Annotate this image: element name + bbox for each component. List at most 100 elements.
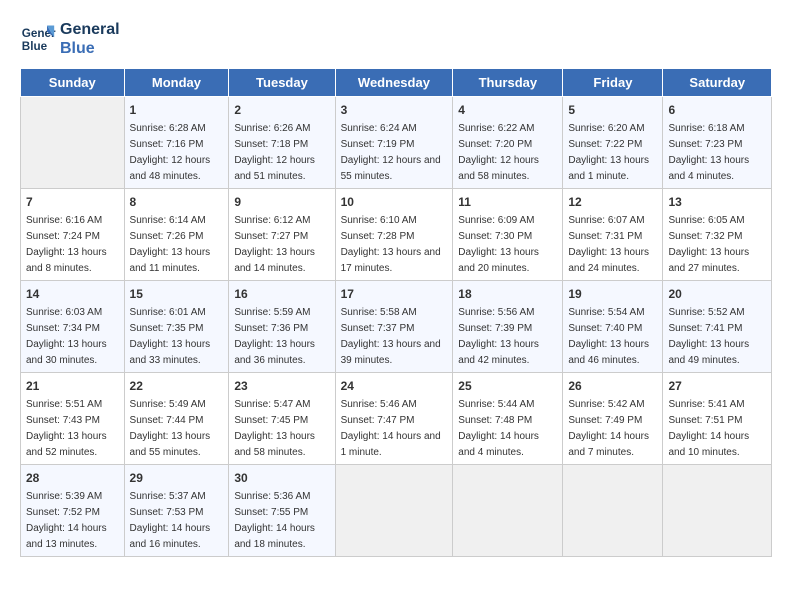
- day-number: 1: [130, 101, 224, 119]
- daylight-info: Daylight: 13 hours and 20 minutes.: [458, 247, 539, 274]
- calendar-cell: 23 Sunrise: 5:47 AM Sunset: 7:45 PM Dayl…: [229, 373, 335, 465]
- sunrise-info: Sunrise: 5:54 AM: [568, 307, 644, 318]
- sunset-info: Sunset: 7:23 PM: [668, 139, 742, 150]
- calendar-cell: 26 Sunrise: 5:42 AM Sunset: 7:49 PM Dayl…: [563, 373, 663, 465]
- day-number: 9: [234, 193, 329, 211]
- day-number: 26: [568, 377, 657, 395]
- sunset-info: Sunset: 7:39 PM: [458, 323, 532, 334]
- sunset-info: Sunset: 7:36 PM: [234, 323, 308, 334]
- sunrise-info: Sunrise: 6:05 AM: [668, 215, 744, 226]
- sunrise-info: Sunrise: 6:03 AM: [26, 307, 102, 318]
- sunset-info: Sunset: 7:19 PM: [341, 139, 415, 150]
- weekday-header-wednesday: Wednesday: [335, 69, 453, 97]
- daylight-info: Daylight: 13 hours and 4 minutes.: [668, 155, 749, 182]
- calendar-cell: 18 Sunrise: 5:56 AM Sunset: 7:39 PM Dayl…: [453, 281, 563, 373]
- daylight-info: Daylight: 13 hours and 33 minutes.: [130, 339, 211, 366]
- day-number: 7: [26, 193, 119, 211]
- sunset-info: Sunset: 7:48 PM: [458, 415, 532, 426]
- calendar-table: SundayMondayTuesdayWednesdayThursdayFrid…: [20, 68, 772, 557]
- sunset-info: Sunset: 7:32 PM: [668, 231, 742, 242]
- weekday-header-saturday: Saturday: [663, 69, 772, 97]
- daylight-info: Daylight: 14 hours and 16 minutes.: [130, 523, 211, 550]
- calendar-cell: 28 Sunrise: 5:39 AM Sunset: 7:52 PM Dayl…: [21, 465, 125, 557]
- calendar-cell: 7 Sunrise: 6:16 AM Sunset: 7:24 PM Dayli…: [21, 189, 125, 281]
- day-number: 24: [341, 377, 448, 395]
- sunset-info: Sunset: 7:35 PM: [130, 323, 204, 334]
- daylight-info: Daylight: 13 hours and 49 minutes.: [668, 339, 749, 366]
- sunset-info: Sunset: 7:34 PM: [26, 323, 100, 334]
- sunset-info: Sunset: 7:31 PM: [568, 231, 642, 242]
- calendar-cell: 6 Sunrise: 6:18 AM Sunset: 7:23 PM Dayli…: [663, 97, 772, 189]
- day-number: 13: [668, 193, 766, 211]
- calendar-cell: 21 Sunrise: 5:51 AM Sunset: 7:43 PM Dayl…: [21, 373, 125, 465]
- svg-text:Blue: Blue: [22, 40, 48, 53]
- day-number: 11: [458, 193, 557, 211]
- sunrise-info: Sunrise: 6:07 AM: [568, 215, 644, 226]
- calendar-cell: 16 Sunrise: 5:59 AM Sunset: 7:36 PM Dayl…: [229, 281, 335, 373]
- sunrise-info: Sunrise: 6:26 AM: [234, 123, 310, 134]
- calendar-cell: 20 Sunrise: 5:52 AM Sunset: 7:41 PM Dayl…: [663, 281, 772, 373]
- day-number: 18: [458, 285, 557, 303]
- day-number: 20: [668, 285, 766, 303]
- daylight-info: Daylight: 13 hours and 36 minutes.: [234, 339, 315, 366]
- calendar-week-row: 21 Sunrise: 5:51 AM Sunset: 7:43 PM Dayl…: [21, 373, 772, 465]
- weekday-header-tuesday: Tuesday: [229, 69, 335, 97]
- sunrise-info: Sunrise: 5:59 AM: [234, 307, 310, 318]
- sunrise-info: Sunrise: 6:16 AM: [26, 215, 102, 226]
- calendar-cell: 8 Sunrise: 6:14 AM Sunset: 7:26 PM Dayli…: [124, 189, 229, 281]
- day-number: 10: [341, 193, 448, 211]
- sunset-info: Sunset: 7:45 PM: [234, 415, 308, 426]
- sunset-info: Sunset: 7:43 PM: [26, 415, 100, 426]
- daylight-info: Daylight: 13 hours and 55 minutes.: [130, 431, 211, 458]
- sunrise-info: Sunrise: 5:36 AM: [234, 491, 310, 502]
- calendar-week-row: 7 Sunrise: 6:16 AM Sunset: 7:24 PM Dayli…: [21, 189, 772, 281]
- sunset-info: Sunset: 7:24 PM: [26, 231, 100, 242]
- calendar-cell: 25 Sunrise: 5:44 AM Sunset: 7:48 PM Dayl…: [453, 373, 563, 465]
- sunrise-info: Sunrise: 5:52 AM: [668, 307, 744, 318]
- calendar-cell: 3 Sunrise: 6:24 AM Sunset: 7:19 PM Dayli…: [335, 97, 453, 189]
- day-number: 29: [130, 469, 224, 487]
- calendar-cell: 10 Sunrise: 6:10 AM Sunset: 7:28 PM Dayl…: [335, 189, 453, 281]
- calendar-cell: 29 Sunrise: 5:37 AM Sunset: 7:53 PM Dayl…: [124, 465, 229, 557]
- sunrise-info: Sunrise: 5:37 AM: [130, 491, 206, 502]
- daylight-info: Daylight: 13 hours and 46 minutes.: [568, 339, 649, 366]
- page-header: General Blue General Blue: [20, 20, 772, 58]
- day-number: 19: [568, 285, 657, 303]
- daylight-info: Daylight: 12 hours and 51 minutes.: [234, 155, 315, 182]
- day-number: 2: [234, 101, 329, 119]
- daylight-info: Daylight: 13 hours and 39 minutes.: [341, 339, 441, 366]
- day-number: 23: [234, 377, 329, 395]
- logo: General Blue General Blue: [20, 20, 120, 58]
- sunset-info: Sunset: 7:18 PM: [234, 139, 308, 150]
- logo-icon: General Blue: [20, 21, 56, 57]
- sunrise-info: Sunrise: 5:56 AM: [458, 307, 534, 318]
- calendar-cell: 12 Sunrise: 6:07 AM Sunset: 7:31 PM Dayl…: [563, 189, 663, 281]
- daylight-info: Daylight: 14 hours and 13 minutes.: [26, 523, 107, 550]
- sunrise-info: Sunrise: 6:10 AM: [341, 215, 417, 226]
- calendar-cell: 22 Sunrise: 5:49 AM Sunset: 7:44 PM Dayl…: [124, 373, 229, 465]
- day-number: 30: [234, 469, 329, 487]
- sunrise-info: Sunrise: 6:12 AM: [234, 215, 310, 226]
- calendar-cell: 15 Sunrise: 6:01 AM Sunset: 7:35 PM Dayl…: [124, 281, 229, 373]
- sunset-info: Sunset: 7:22 PM: [568, 139, 642, 150]
- day-number: 15: [130, 285, 224, 303]
- calendar-week-row: 28 Sunrise: 5:39 AM Sunset: 7:52 PM Dayl…: [21, 465, 772, 557]
- day-number: 12: [568, 193, 657, 211]
- daylight-info: Daylight: 12 hours and 55 minutes.: [341, 155, 441, 182]
- sunrise-info: Sunrise: 6:20 AM: [568, 123, 644, 134]
- sunset-info: Sunset: 7:16 PM: [130, 139, 204, 150]
- calendar-cell: [21, 97, 125, 189]
- sunset-info: Sunset: 7:28 PM: [341, 231, 415, 242]
- sunrise-info: Sunrise: 5:51 AM: [26, 399, 102, 410]
- sunset-info: Sunset: 7:20 PM: [458, 139, 532, 150]
- sunrise-info: Sunrise: 6:28 AM: [130, 123, 206, 134]
- sunrise-info: Sunrise: 6:14 AM: [130, 215, 206, 226]
- sunset-info: Sunset: 7:41 PM: [668, 323, 742, 334]
- sunrise-info: Sunrise: 5:39 AM: [26, 491, 102, 502]
- sunset-info: Sunset: 7:37 PM: [341, 323, 415, 334]
- weekday-header-friday: Friday: [563, 69, 663, 97]
- calendar-cell: 24 Sunrise: 5:46 AM Sunset: 7:47 PM Dayl…: [335, 373, 453, 465]
- calendar-cell: [453, 465, 563, 557]
- calendar-cell: [335, 465, 453, 557]
- calendar-week-row: 14 Sunrise: 6:03 AM Sunset: 7:34 PM Dayl…: [21, 281, 772, 373]
